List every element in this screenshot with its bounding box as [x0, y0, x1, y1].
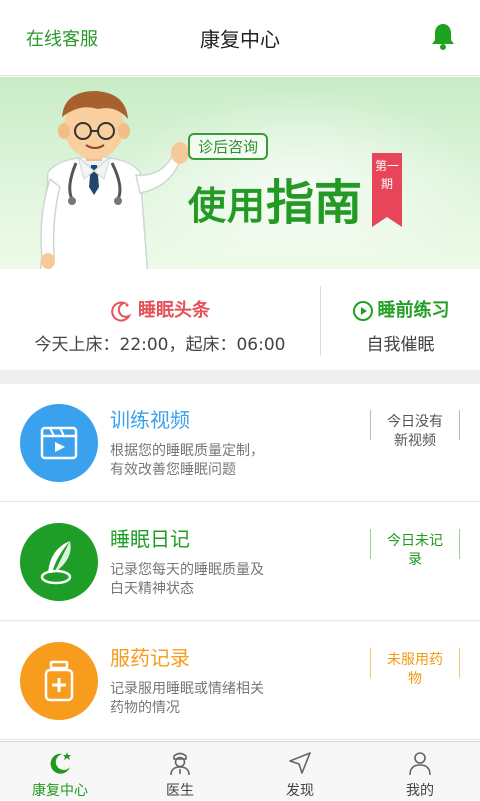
- tab-discover[interactable]: 发现: [240, 742, 360, 801]
- card-description-line: 白天精神状态: [110, 581, 194, 597]
- tab-mine[interactable]: 我的: [360, 742, 480, 801]
- bell-icon[interactable]: [430, 22, 456, 50]
- video-icon: [20, 404, 98, 482]
- bedtime-practice-panel[interactable]: 睡前练习 自我催眠: [321, 270, 480, 370]
- card-description: 记录服用睡眠或情绪相关 药物的情况: [110, 680, 310, 718]
- sleep-times: 今天上床：22:00，起床：06:00: [34, 335, 286, 355]
- top-bar: 在线客服 康复中心: [0, 0, 480, 76]
- banner-headline: 使用指南: [188, 163, 362, 233]
- issue-badge: 第一期: [372, 153, 402, 227]
- card-description-line: 药物的情况: [110, 700, 180, 716]
- card-description: 记录您每天的睡眠质量及 白天精神状态: [110, 561, 310, 599]
- card-status: 未服用药 物: [370, 648, 460, 698]
- tab-label: 康复中心: [32, 783, 88, 799]
- card-description-line: 记录服用睡眠或情绪相关: [110, 681, 264, 697]
- card-status-line: 今日没有: [387, 414, 443, 430]
- practice-subtitle: 自我催眠: [366, 335, 435, 355]
- banner-headline-part2: 指南: [266, 175, 363, 231]
- card-title: 睡眠日记: [110, 527, 190, 551]
- tab-rehab-center[interactable]: 康复中心: [0, 742, 120, 801]
- navigation-arrow-icon: [289, 752, 311, 774]
- sleep-headline-text: 睡眠头条: [138, 300, 210, 321]
- guide-banner[interactable]: 诊后咨询 使用指南 第一期: [0, 77, 480, 269]
- sleep-diary-card[interactable]: 睡眠日记 记录您每天的睡眠质量及 白天精神状态 今日未记 录: [0, 503, 480, 621]
- practice-headline-text: 睡前练习: [377, 300, 450, 321]
- tab-label: 医生: [166, 783, 194, 799]
- card-status-line: 物: [408, 671, 422, 687]
- banner-headline-part1: 使用: [188, 184, 267, 228]
- play-icon: [352, 301, 373, 321]
- medicine-bottle-icon: [20, 642, 98, 720]
- user-icon: [409, 752, 431, 776]
- sleep-headline-panel[interactable]: 睡眠头条 今天上床：22:00，起床：06:00: [0, 270, 320, 370]
- card-status-line: 今日未记: [387, 533, 443, 549]
- card-description-line: 记录您每天的睡眠质量及: [110, 562, 264, 578]
- card-status-line: 未服用药: [387, 652, 443, 668]
- doctor-icon: [170, 752, 190, 776]
- bottom-tab-bar: 康复中心 医生 发现 我的: [0, 741, 480, 800]
- moon-icon: [111, 301, 132, 322]
- card-title: 训练视频: [110, 408, 190, 432]
- card-status: 今日没有 新视频: [370, 410, 460, 460]
- banner-tag: 诊后咨询: [188, 133, 269, 160]
- tab-label: 我的: [406, 783, 434, 799]
- card-status-line: 录: [408, 552, 422, 568]
- tab-label: 发现: [286, 783, 314, 799]
- training-video-card[interactable]: 训练视频 根据您的睡眠质量定制， 有效改善您睡眠问题 今日没有 新视频: [0, 384, 480, 502]
- practice-headline: 睡前练习: [321, 296, 480, 322]
- sleep-summary-row: 睡眠头条 今天上床：22:00，起床：06:00 睡前练习 自我催眠: [0, 270, 480, 370]
- card-status: 今日未记 录: [370, 529, 460, 579]
- card-description: 根据您的睡眠质量定制， 有效改善您睡眠问题: [110, 442, 310, 480]
- medication-record-card[interactable]: 服药记录 记录服用睡眠或情绪相关 药物的情况 未服用药 物: [0, 622, 480, 740]
- card-title: 服药记录: [110, 646, 190, 670]
- page-title: 康复中心: [200, 27, 280, 52]
- card-description-line: 有效改善您睡眠问题: [110, 462, 236, 478]
- feather-pen-icon: [20, 523, 98, 601]
- sleep-headline: 睡眠头条: [0, 296, 320, 322]
- card-status-line: 新视频: [394, 433, 436, 449]
- section-gap: [0, 370, 480, 384]
- doctor-illustration: [39, 91, 189, 269]
- moon-star-icon: [50, 752, 71, 774]
- tab-doctor[interactable]: 医生: [120, 742, 240, 801]
- card-description-line: 根据您的睡眠质量定制，: [110, 443, 264, 459]
